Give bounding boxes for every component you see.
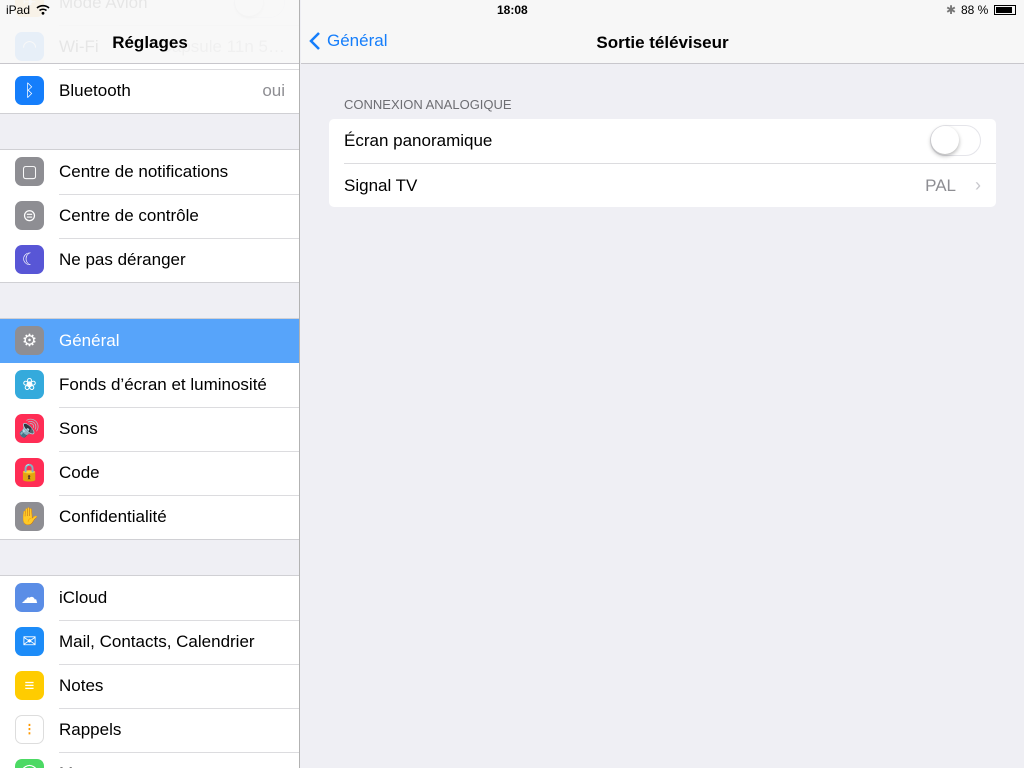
settings-list: ✈Mode Avion◠Wi-FiCapsule 11n 5…ᛒBluetoot…: [0, 0, 299, 768]
settings-group: ▢ Centre de notifications ⊜ Centre de contr…: [0, 149, 299, 283]
widescreen-row: Écran panoramique: [329, 119, 996, 163]
tv-signal-row[interactable]: Signal TV PAL ›: [344, 163, 996, 207]
messages-icon: ◯: [15, 759, 44, 768]
sidebar: ✈Mode Avion◠Wi-FiCapsule 11n 5…ᛒBluetoot…: [0, 0, 300, 768]
moon-icon: ☾: [15, 245, 44, 274]
widescreen-label: Écran panoramique: [344, 131, 493, 150]
status-bar: iPad 18:08 ✱ 88 %: [0, 0, 1024, 20]
tv-signal-label: Signal TV: [344, 175, 418, 195]
sidebar-item-label: Notes: [59, 676, 104, 695]
bluetooth-icon: ᛒ: [15, 76, 44, 105]
sidebar-item-label: Centre de notifications: [59, 162, 229, 181]
sidebar-item-fonds-d-cran-et-luminosit-[interactable]: ❀ Fonds d’écran et luminosité: [0, 363, 299, 407]
chevron-right-icon: ›: [975, 175, 981, 195]
hand-icon: ✋: [15, 502, 44, 531]
wifi-signal-icon: [36, 4, 50, 15]
lock-icon: 🔒: [15, 458, 44, 487]
notifications-icon: ▢: [15, 157, 44, 186]
sidebar-title: Réglages: [112, 33, 188, 52]
sidebar-item-centre-de-notifications[interactable]: ▢ Centre de notifications: [0, 150, 299, 194]
sidebar-item-mail-contacts-calendrier[interactable]: ✉ Mail, Contacts, Calendrier: [0, 620, 299, 664]
gear-icon: ⚙: [15, 326, 44, 355]
sidebar-item-confidentialit-[interactable]: ✋ Confidentialité: [0, 495, 299, 539]
sidebar-item-label: Confidentialité: [59, 507, 167, 526]
sidebar-item-label: Général: [59, 331, 120, 350]
sidebar-item-label: Rappels: [59, 720, 122, 739]
clock: 18:08: [497, 3, 528, 17]
sidebar-item-label: Sons: [59, 419, 98, 438]
sidebar-item-label: Mail, Contacts, Calendrier: [59, 632, 255, 651]
sidebar-item-centre-de-contr-le[interactable]: ⊜ Centre de contrôle: [0, 194, 299, 238]
sidebar-item-label: Ne pas déranger: [59, 250, 186, 269]
sidebar-item-rappels[interactable]: ⁝ Rappels: [0, 708, 299, 752]
settings-group: ☁ iCloud ✉ Mail, Contacts, Calendrier ≡ Notes…: [0, 575, 299, 768]
toggle-knob: [931, 126, 959, 154]
sidebar-item-label: iCloud: [59, 588, 108, 607]
sidebar-item-icloud[interactable]: ☁ iCloud: [0, 576, 299, 620]
sidebar-item-value: oui: [262, 81, 285, 100]
battery-icon: [994, 5, 1016, 15]
page-title: Sortie téléviseur: [596, 33, 729, 52]
tv-signal-value: PAL: [925, 175, 956, 195]
tv-out-settings-card: Écran panoramique Signal TV PAL ›: [329, 119, 996, 207]
battery-percent: 88 %: [961, 3, 989, 17]
device-name: iPad: [6, 3, 31, 17]
settings-group: ⚙ Général ❀ Fonds d’écran et luminosité 🔊 Son…: [0, 318, 299, 540]
bluetooth-status-icon: ✱: [946, 3, 957, 17]
reminders-icon: ⁝: [15, 715, 44, 744]
sidebar-item-label: Centre de contrôle: [59, 206, 199, 225]
sidebar-item-bluetooth[interactable]: ᛒ Bluetooth oui: [0, 69, 299, 113]
cloud-icon: ☁: [15, 583, 44, 612]
sidebar-item-label: Code: [59, 463, 100, 482]
sidebar-item-messages[interactable]: ◯Messages: [0, 752, 299, 768]
control-center-icon: ⊜: [15, 201, 44, 230]
sidebar-item-label: Fonds d’écran et luminosité: [59, 375, 267, 394]
notes-icon: ≡: [15, 671, 44, 700]
sidebar-item-ne-pas-d-ranger[interactable]: ☾ Ne pas déranger: [0, 238, 299, 282]
envelope-icon: ✉: [15, 627, 44, 656]
widescreen-toggle[interactable]: [930, 125, 981, 156]
section-header: CONNEXION ANALOGIQUE: [344, 97, 512, 112]
sidebar-item-g-n-ral[interactable]: ⚙ Général: [0, 319, 299, 363]
sidebar-item-sons[interactable]: 🔊 Sons: [0, 407, 299, 451]
sidebar-item-code[interactable]: 🔒 Code: [0, 451, 299, 495]
flower-icon: ❀: [15, 370, 44, 399]
sidebar-item-notes[interactable]: ≡ Notes: [0, 664, 299, 708]
sidebar-item-label: Bluetooth: [59, 81, 131, 100]
speaker-icon: 🔊: [15, 414, 44, 443]
